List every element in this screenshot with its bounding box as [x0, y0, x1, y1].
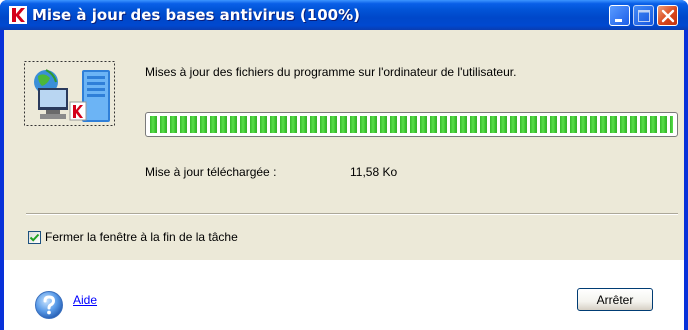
maximize-button[interactable] [633, 5, 654, 26]
dialog-body: Mises à jour des fichiers du programme s… [4, 30, 684, 330]
stop-button[interactable]: Arrêter [577, 288, 653, 311]
update-window: Mise à jour des bases antivirus (100%) M… [0, 0, 688, 330]
close-button[interactable] [657, 5, 678, 26]
window-title: Mise à jour des bases antivirus (100%) [32, 6, 360, 24]
minimize-button[interactable] [609, 5, 630, 26]
close-icon [661, 9, 675, 23]
question-mark-icon[interactable] [34, 290, 64, 320]
title-bar[interactable]: Mise à jour des bases antivirus (100%) [0, 0, 688, 30]
progress-fill [150, 116, 673, 133]
footer: Aide Arrêter [4, 260, 684, 330]
minimize-icon [615, 19, 622, 22]
maximize-icon [638, 10, 650, 22]
close-on-finish-checkbox[interactable] [28, 231, 41, 244]
help-link[interactable]: Aide [73, 293, 97, 307]
downloaded-value: 11,58 Ko [350, 165, 398, 179]
update-computer-icon [24, 60, 116, 128]
update-progress-bar [145, 112, 678, 137]
close-on-finish-label[interactable]: Fermer la fenêtre à la fin de la tâche [45, 230, 238, 244]
description-text: Mises à jour des fichiers du programme s… [145, 65, 517, 79]
kaspersky-k-icon [9, 6, 27, 24]
checkmark-icon [29, 233, 40, 242]
separator [26, 213, 678, 215]
downloaded-label: Mise à jour téléchargée : [145, 165, 277, 179]
